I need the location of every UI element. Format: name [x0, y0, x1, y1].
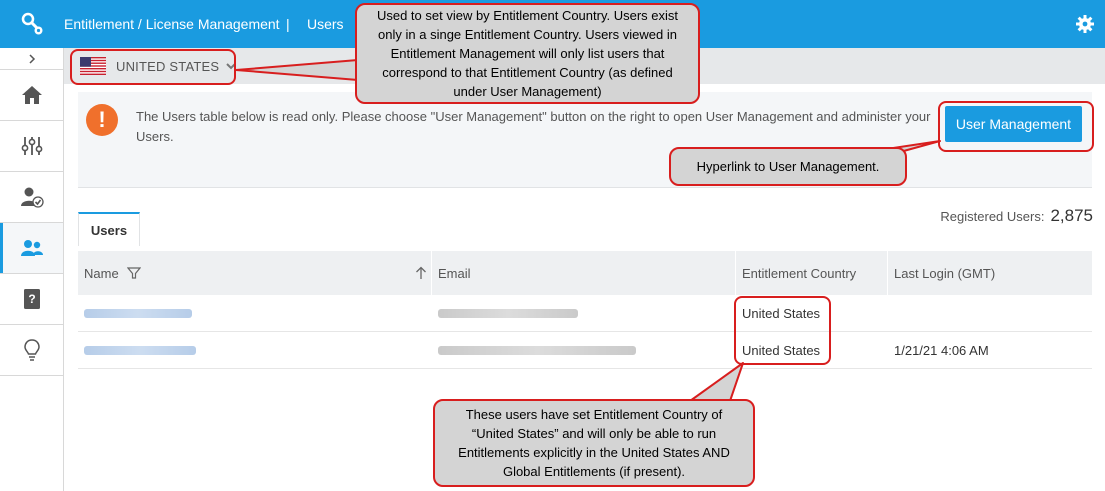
column-header-label: Email — [438, 265, 471, 281]
table-row[interactable]: United States 1/21/21 4:06 AM — [78, 332, 1092, 369]
registered-users-count: 2,875 — [1050, 206, 1093, 225]
warning-icon: ! — [86, 104, 118, 136]
redacted-name[interactable] — [84, 345, 196, 355]
read-only-notice: ! The Users table below is read only. Pl… — [78, 92, 1092, 188]
redacted-email — [438, 308, 578, 318]
lightbulb-icon — [23, 339, 40, 361]
sidebar: ? — [0, 48, 64, 491]
notice-text: The Users table below is read only. Plea… — [136, 109, 931, 144]
user-check-icon — [20, 187, 44, 208]
tab-users[interactable]: Users — [78, 212, 140, 246]
key-gear-icon — [21, 12, 43, 35]
table-row[interactable]: United States — [78, 295, 1092, 332]
cell-entitlement-country: United States — [742, 305, 821, 321]
column-header-label: Name — [84, 265, 119, 281]
redacted-name[interactable] — [84, 308, 192, 318]
cell-name[interactable] — [78, 332, 432, 368]
chevron-down-icon — [226, 63, 236, 70]
gear-icon[interactable] — [1075, 14, 1095, 34]
home-icon — [21, 86, 42, 104]
app-root: Entitlement / License Management | Users — [0, 0, 1105, 491]
column-header-name[interactable]: Name — [78, 251, 432, 295]
sidebar-item-settings[interactable] — [0, 121, 63, 172]
cell-last-login: 1/21/21 4:06 AM — [894, 342, 989, 358]
breadcrumb-separator: | — [286, 16, 290, 32]
sidebar-item-home[interactable] — [0, 70, 63, 121]
annotation-hyperlink: Hyperlink to User Management. — [669, 147, 907, 186]
column-header-last-login[interactable]: Last Login (GMT) — [888, 251, 1092, 295]
annotation-country-view: Used to set view by Entitlement Country.… — [355, 3, 700, 104]
tab-bar: Users Registered Users: 2,875 — [78, 206, 1093, 246]
cell-entitlement-country: United States — [742, 342, 821, 358]
column-header-label: Last Login (GMT) — [894, 265, 996, 281]
cell-email — [432, 295, 736, 331]
annotation-users-country: These users have set Entitlement Country… — [433, 399, 755, 487]
svg-text:?: ? — [28, 292, 35, 306]
country-selector-label: UNITED STATES — [116, 58, 220, 74]
column-header-label: Entitlement Country — [742, 265, 857, 281]
book-question-icon: ? — [23, 289, 40, 309]
users-table: Name Email Entitlement Country Last Logi… — [78, 251, 1092, 369]
chevron-right-icon — [28, 53, 35, 64]
cell-email — [432, 332, 736, 368]
table-header: Name Email Entitlement Country Last Logi… — [78, 251, 1092, 295]
sort-ascending-icon[interactable] — [415, 266, 427, 280]
us-flag-icon — [80, 57, 106, 75]
breadcrumb-section[interactable]: Entitlement / License Management — [64, 0, 280, 48]
column-header-email[interactable]: Email — [432, 251, 736, 295]
sidebar-item-user-check[interactable] — [0, 172, 63, 223]
sidebar-item-ideas[interactable] — [0, 325, 63, 376]
sliders-icon — [21, 137, 42, 155]
sidebar-item-help[interactable]: ? — [0, 274, 63, 325]
cell-last-login — [888, 295, 1092, 331]
sidebar-item-users[interactable] — [0, 223, 63, 274]
breadcrumb-page: Users — [307, 16, 344, 32]
redacted-email — [438, 345, 636, 355]
app-logo[interactable] — [0, 0, 64, 48]
cell-name[interactable] — [78, 295, 432, 331]
country-selector[interactable]: UNITED STATES — [80, 54, 237, 78]
column-header-entitlement-country[interactable]: Entitlement Country — [736, 251, 888, 295]
registered-users-label: Registered Users: — [940, 209, 1045, 224]
sidebar-expand-toggle[interactable] — [0, 48, 63, 70]
filter-icon[interactable] — [126, 266, 141, 280]
registered-users: Registered Users: 2,875 — [940, 206, 1093, 226]
users-icon — [20, 240, 43, 256]
user-management-button[interactable]: User Management — [945, 106, 1082, 142]
